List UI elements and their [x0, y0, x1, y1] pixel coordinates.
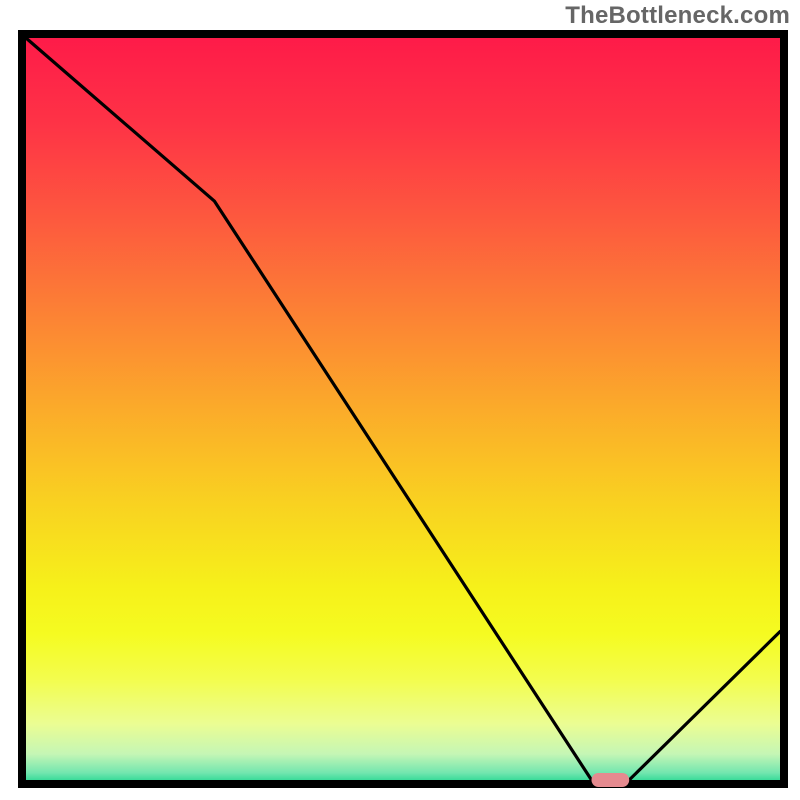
optimal-range-marker: [592, 773, 630, 787]
plot-background: [22, 34, 784, 784]
bottleneck-chart: [0, 0, 800, 800]
chart-stage: TheBottleneck.com: [0, 0, 800, 800]
